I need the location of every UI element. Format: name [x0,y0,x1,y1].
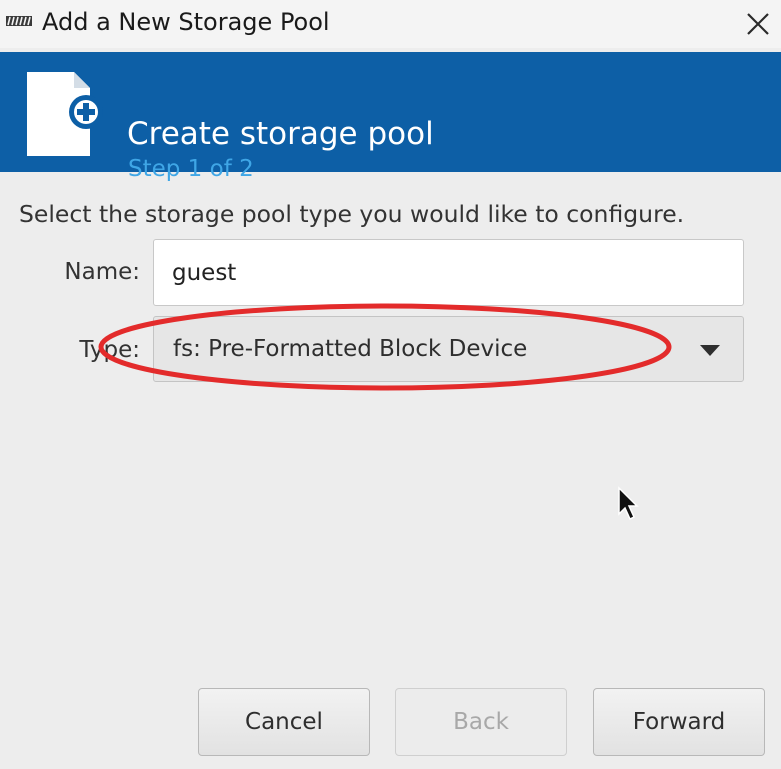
pool-type-selected-value: fs: Pre-Formatted Block Device [173,336,528,362]
wizard-header-banner: Create storage pool Step 1 of 2 [0,52,781,182]
type-label: Type: [79,337,140,363]
name-label: Name: [64,259,140,285]
new-document-icon [27,72,103,156]
back-button[interactable]: Back [395,688,567,756]
title-bar: Add a New Storage Pool [0,0,781,48]
pool-name-input[interactable] [153,239,744,306]
mouse-cursor-icon [618,486,639,521]
chevron-down-icon [700,345,720,356]
close-icon[interactable] [738,4,776,42]
pool-type-dropdown[interactable]: fs: Pre-Formatted Block Device [153,316,744,382]
wizard-heading: Create storage pool [127,116,434,152]
storage-app-icon [6,16,32,26]
window-title: Add a New Storage Pool [42,8,330,36]
cancel-button[interactable]: Cancel [198,688,370,756]
instruction-text: Select the storage pool type you would l… [19,200,685,228]
forward-button[interactable]: Forward [593,688,765,756]
wizard-step-indicator: Step 1 of 2 [128,156,254,182]
